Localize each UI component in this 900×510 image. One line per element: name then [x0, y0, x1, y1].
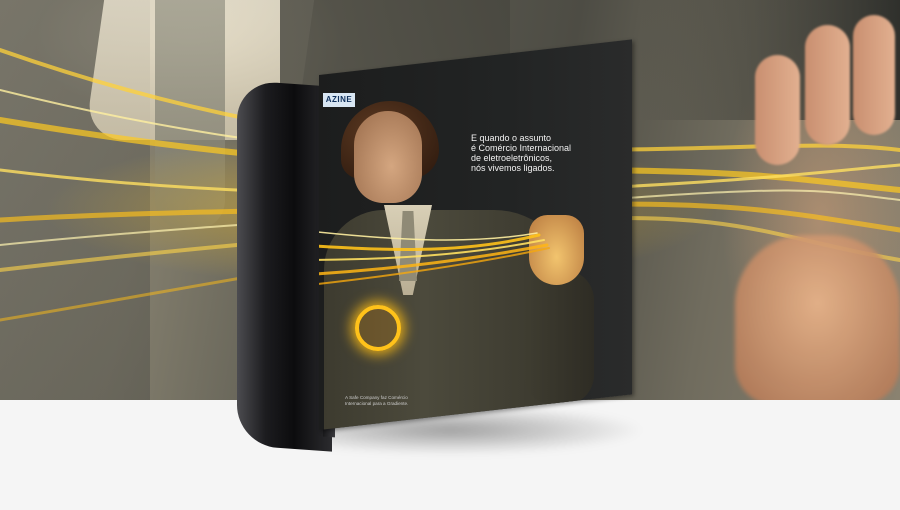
headline-line: de eletroeletrônicos,	[471, 153, 553, 163]
magazine-page-content: AZINE E quando o assunto é Comércio Inte…	[319, 75, 632, 430]
model-face	[354, 111, 422, 203]
ad-footnote: A Safe Company faz Comércio Internaciona…	[345, 395, 495, 407]
finger	[853, 15, 895, 135]
magazine-logo: AZINE	[323, 93, 355, 107]
headline-line: E quando o assunto	[471, 133, 552, 143]
page-light-streaks	[319, 229, 550, 286]
background-hand	[735, 15, 900, 400]
ad-mockup-scene: AZINE E quando o assunto é Comércio Inte…	[0, 0, 900, 510]
footnote-line: Internacional para a Gradiente.	[345, 401, 409, 406]
headline-line: nós vivemos ligados.	[471, 163, 555, 173]
page-curl	[237, 80, 332, 452]
glowing-ring	[355, 305, 401, 351]
magazine: AZINE E quando o assunto é Comércio Inte…	[237, 39, 637, 452]
magazine-page: AZINE E quando o assunto é Comércio Inte…	[319, 39, 632, 430]
finger	[755, 55, 800, 165]
headline-line: é Comércio Internacional	[471, 143, 572, 153]
finger	[805, 25, 850, 145]
palm	[735, 235, 900, 400]
ad-headline: E quando o assunto é Comércio Internacio…	[471, 133, 621, 173]
